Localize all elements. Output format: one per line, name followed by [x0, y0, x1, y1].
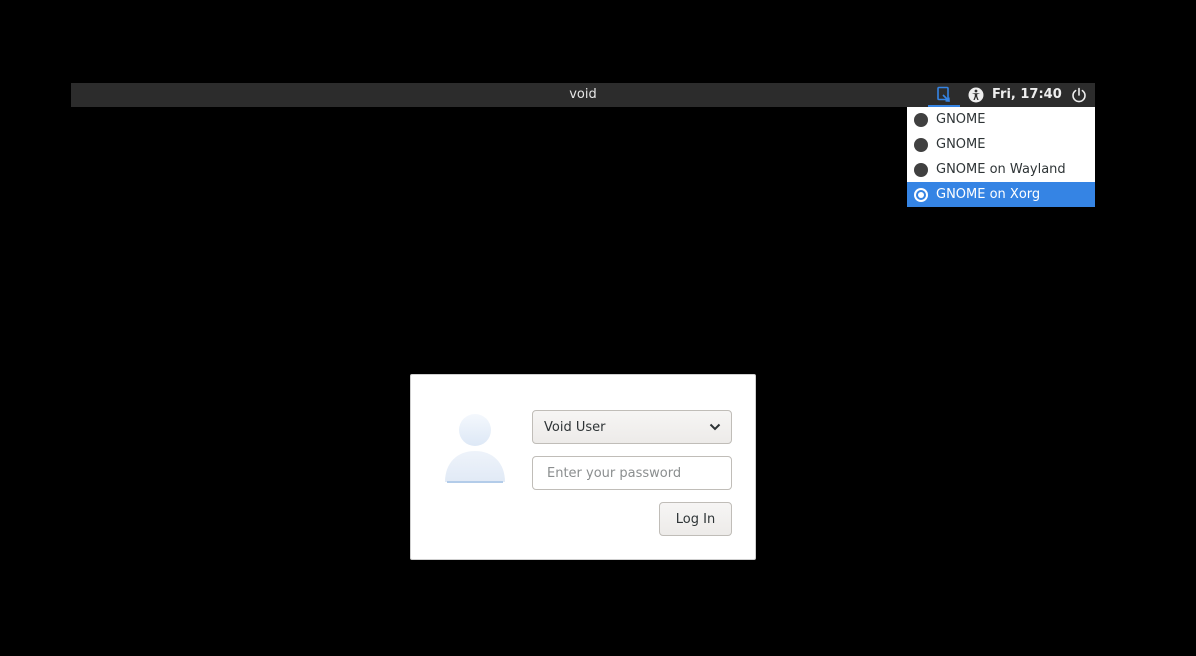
power-icon	[1072, 87, 1086, 103]
accessibility-icon	[968, 87, 984, 103]
session-option-label: GNOME	[936, 112, 986, 127]
session-option-label: GNOME on Xorg	[936, 187, 1041, 202]
session-option-label: GNOME on Wayland	[936, 162, 1066, 177]
user-avatar-icon	[445, 414, 505, 483]
session-selector-button[interactable]	[928, 83, 960, 107]
session-option-gnome-alt[interactable]: GNOME	[907, 132, 1095, 157]
password-input[interactable]	[532, 456, 732, 490]
top-bar: void Fri, 17:40	[71, 83, 1095, 107]
user-select[interactable]: Void User	[532, 410, 732, 444]
session-selector-icon	[937, 86, 950, 102]
session-option-label: GNOME	[936, 137, 986, 152]
session-option-gnome[interactable]: GNOME	[907, 107, 1095, 132]
session-option-gnome-wayland[interactable]: GNOME on Wayland	[907, 157, 1095, 182]
accessibility-menu-button[interactable]	[966, 83, 986, 107]
login-button[interactable]: Log In	[659, 502, 732, 536]
session-option-gnome-xorg[interactable]: GNOME on Xorg	[907, 182, 1095, 207]
radio-icon	[914, 162, 928, 177]
session-menu: GNOME GNOME GNOME on Wayland GNOME on Xo…	[907, 107, 1095, 207]
chevron-down-icon	[709, 423, 721, 431]
radio-selected-icon	[914, 187, 928, 202]
radio-icon	[914, 137, 928, 152]
clock[interactable]: Fri, 17:40	[992, 83, 1062, 107]
user-select-value: Void User	[544, 419, 606, 435]
power-menu-button[interactable]	[1069, 83, 1089, 107]
radio-icon	[914, 112, 928, 127]
login-dialog: Void User Log In	[410, 374, 756, 560]
